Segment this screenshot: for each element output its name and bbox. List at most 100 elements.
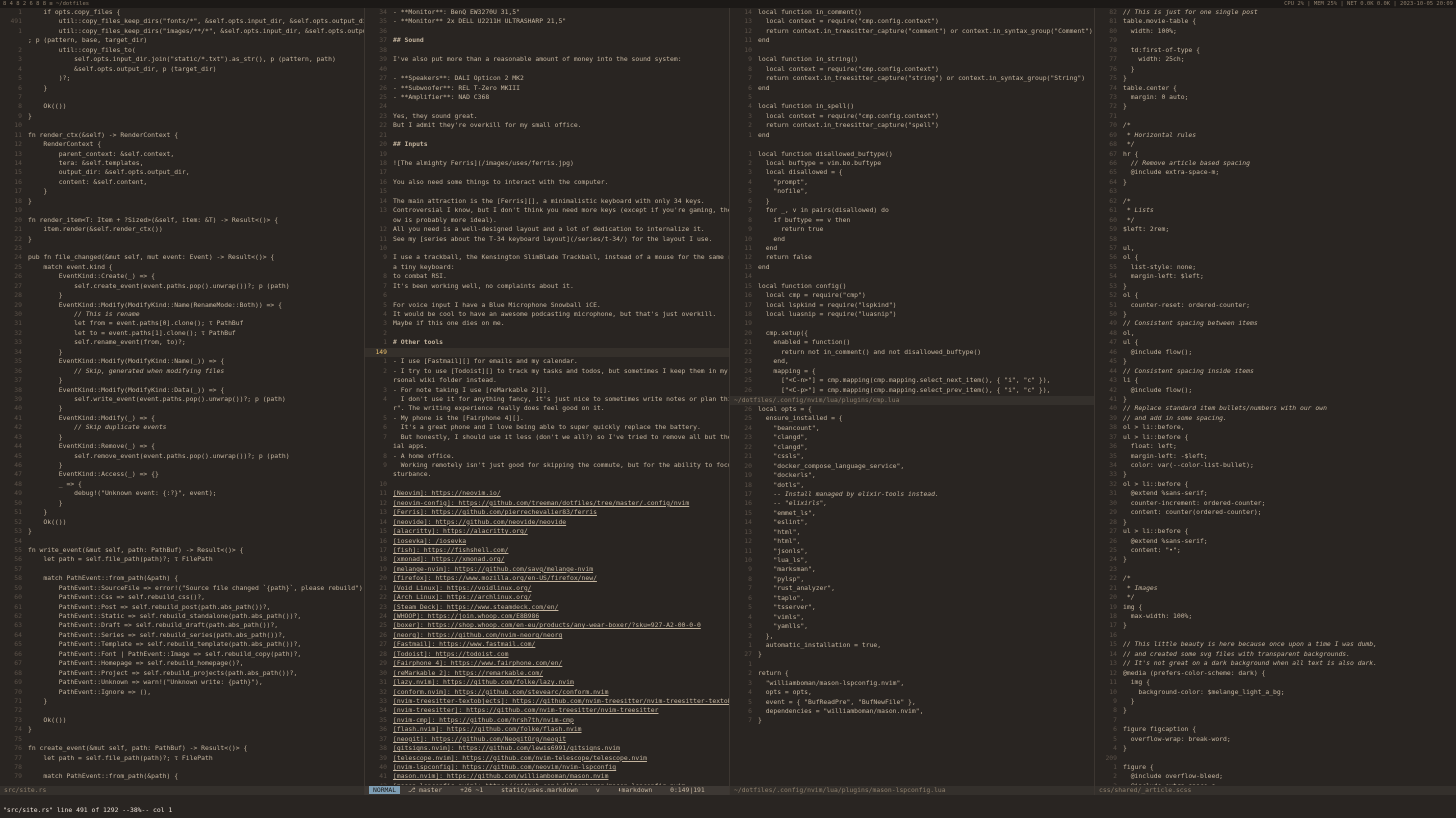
code-line[interactable]: 20 cmp.setup({ — [730, 329, 1094, 338]
code-line[interactable]: 13 // It's not great on a dark background… — [1095, 659, 1456, 668]
code-line[interactable]: 27 ul > li::before { — [1095, 527, 1456, 536]
code-line[interactable]: 46 @include flow(); — [1095, 348, 1456, 357]
code-line[interactable]: 7 But honestly, I should use it less (do… — [365, 433, 729, 442]
code-line[interactable]: 22} — [0, 235, 364, 244]
code-line[interactable]: 16 content: &self.content, — [0, 178, 364, 187]
code-line[interactable]: 72 — [0, 706, 364, 715]
code-line[interactable]: 10 background-color: $melange_light_a_bg… — [1095, 688, 1456, 697]
code-line[interactable]: 9 Working remotely isn't just good for s… — [365, 461, 729, 470]
code-line[interactable]: 34 - **Monitor**: BenQ EW3270U 31,5" — [365, 8, 729, 17]
code-line[interactable]: 38 EventKind::Modify(ModifyKind::Data(_)… — [0, 386, 364, 395]
code-line[interactable]: 61 PathEvent::Post => self.rebuild_post(… — [0, 603, 364, 612]
code-line[interactable]: 51 counter-reset: ordered-counter; — [1095, 301, 1456, 310]
code-line[interactable]: 8} — [1095, 706, 1456, 715]
code-line[interactable]: 37 [neogit]: https://github.com/NeogitOrg… — [365, 735, 729, 744]
code-line[interactable]: 22 return not in_comment() and not disal… — [730, 348, 1094, 357]
code-line[interactable]: 4 "vimls", — [730, 613, 1094, 622]
code-line[interactable]: 14 // and created some svg files with tra… — [1095, 650, 1456, 659]
code-line[interactable]: 10 — [365, 244, 729, 253]
code-line[interactable]: 10 "lua_ls", — [730, 556, 1094, 565]
code-line[interactable]: 8 Ok(()) — [0, 102, 364, 111]
code-line[interactable]: 1 local function disallowed_buftype() — [730, 150, 1094, 159]
code-line[interactable]: 47 ul { — [1095, 338, 1456, 347]
code-line[interactable]: 3 self.opts.input_dir.join("static/*.txt… — [0, 55, 364, 64]
code-line[interactable]: 36 float: left; — [1095, 442, 1456, 451]
code-line[interactable]: 9 I use a trackball, the Kensington SlimB… — [365, 253, 729, 262]
code-line[interactable]: 15 [alacritty]: https://alacritty.org/ — [365, 527, 729, 536]
code-line[interactable]: 9 } — [1095, 697, 1456, 706]
code-line[interactable]: 2 local buftype = vim.bo.buftype — [730, 159, 1094, 168]
code-line[interactable]: 3 "yamlls", — [730, 622, 1094, 631]
code-line[interactable]: 14 — [730, 272, 1094, 281]
code-line[interactable]: 78 td:first-of-type { — [1095, 46, 1456, 55]
code-line[interactable]: 6 It's a great phone and I love being ab… — [365, 423, 729, 432]
code-line[interactable]: 25 [boxer]: https://shop.whoop.com/en-eu/… — [365, 621, 729, 630]
code-line[interactable]: 6 figure figcaption { — [1095, 725, 1456, 734]
code-line[interactable]: 36 [flash.nvim]: https://github.com/folke… — [365, 725, 729, 734]
code-lines-top[interactable]: 14 local function in_comment() 13 local co… — [730, 8, 1094, 395]
code-line[interactable]: 25 ["<C-n>"] = cmp.mapping(cmp.mapping.s… — [730, 376, 1094, 385]
code-line[interactable]: 39 self.write_event(event.paths.pop().un… — [0, 395, 364, 404]
code-line[interactable]: 79 — [1095, 36, 1456, 45]
code-line[interactable]: 11 See my [series about the T-34 keyboard… — [365, 235, 729, 244]
code-line[interactable]: 25 ensure_installed = { — [730, 414, 1094, 423]
code-line[interactable]: 13 local context = require("cmp.config.c… — [730, 17, 1094, 26]
code-line[interactable]: 19 — [730, 319, 1094, 328]
code-line[interactable]: 20 */ — [1095, 593, 1456, 602]
code-line[interactable]: 11 "jsonls", — [730, 547, 1094, 556]
code-line[interactable]: 19 [melange-nvim]: https://github.com/sav… — [365, 565, 729, 574]
code-line[interactable]: 36 // Skip, generated when modifying fil… — [0, 367, 364, 376]
code-line[interactable]: rsonal wiki folder instead. — [365, 376, 729, 385]
code-line[interactable]: 7 return context.in_treesitter_capture("… — [730, 74, 1094, 83]
editor-pane-lua[interactable]: 14 local function in_comment() 13 local co… — [730, 8, 1094, 795]
code-line[interactable]: 22 [Arch Linux]: https://archlinux.org/ — [365, 593, 729, 602]
code-line[interactable]: 2 - I try to use [Todoist][] to track my … — [365, 367, 729, 376]
code-line[interactable]: 4 I don't use it for anything fancy, it'… — [365, 395, 729, 404]
code-line[interactable]: 3 local disallowed = { — [730, 168, 1094, 177]
code-line[interactable]: 24 — [365, 102, 729, 111]
code-line[interactable]: 15 output_dir: &self.opts.output_dir, — [0, 168, 364, 177]
code-line[interactable]: 18} — [0, 197, 364, 206]
code-line[interactable]: 29 content: counter(ordered-counter); — [1095, 508, 1456, 517]
code-line[interactable]: 25 - **Amplifier**: NAD C368 — [365, 93, 729, 102]
code-line[interactable]: 33} — [1095, 470, 1456, 479]
code-line[interactable]: 58 match PathEvent::from_path(&path) { — [0, 574, 364, 583]
code-line[interactable]: 39 [telescope.nvim]: https://github.com/n… — [365, 754, 729, 763]
code-line[interactable]: 27 [Fastmail]: https://www.fastmail.com/ — [365, 640, 729, 649]
code-line[interactable]: 491 util::copy_files_keep_dirs("fonts/*"… — [0, 17, 364, 26]
code-line[interactable]: 18 [xmonad]: https://xmonad.org/ — [365, 555, 729, 564]
code-line[interactable]: 42 [mason-lspconfig.nvim]: https://github… — [365, 782, 729, 785]
code-line[interactable]: a tiny keyboard: — [365, 263, 729, 272]
code-line[interactable]: 23 — [1095, 565, 1456, 574]
code-line[interactable]: 24 "beancount", — [730, 424, 1094, 433]
code-lines[interactable]: 82// This is just for one single post 81 t… — [1095, 8, 1456, 785]
code-line[interactable]: 20 ## Inputs — [365, 140, 729, 149]
code-line[interactable]: 47 EventKind::Access(_) => {} — [0, 470, 364, 479]
code-line[interactable]: 37 ## Sound — [365, 36, 729, 45]
code-line[interactable]: 9 local function in_string() — [730, 55, 1094, 64]
code-line[interactable]: 16 — [1095, 631, 1456, 640]
code-line[interactable]: 48 _ => { — [0, 480, 364, 489]
code-line[interactable]: 23 — [0, 244, 364, 253]
code-line[interactable]: 16 [iosevka]: /iosevka — [365, 537, 729, 546]
code-line[interactable]: 43 li { — [1095, 376, 1456, 385]
code-line[interactable]: 74 table.center { — [1095, 84, 1456, 93]
code-line[interactable]: 62 PathEvent::Static => self.rebuild_sta… — [0, 612, 364, 621]
code-line[interactable]: 73 margin: 0 auto; — [1095, 93, 1456, 102]
code-line[interactable]: 25 match event.kind { — [0, 263, 364, 272]
code-line[interactable]: 34 } — [0, 348, 364, 357]
code-line[interactable]: 1 end — [730, 131, 1094, 140]
code-line[interactable]: 9} — [0, 112, 364, 121]
code-line[interactable]: 26 EventKind::Create(_) => { — [0, 272, 364, 281]
code-line[interactable]: 44 EventKind::Remove(_) => { — [0, 442, 364, 451]
code-line[interactable]: 11 fn render_ctx(&self) -> RenderContext … — [0, 131, 364, 140]
code-line[interactable]: 41 [mason.nvim]: https://github.com/willi… — [365, 772, 729, 781]
code-line[interactable]: 7 for _, v in pairs(disallowed) do — [730, 206, 1094, 215]
code-line[interactable]: 1 figure { — [1095, 763, 1456, 772]
code-line[interactable]: 46 } — [0, 461, 364, 470]
code-line[interactable]: 68 PathEvent::Project => self.rebuild_pr… — [0, 669, 364, 678]
code-line[interactable]: 28} — [1095, 518, 1456, 527]
code-line[interactable]: 8 to combat RSI. — [365, 272, 729, 281]
code-line[interactable]: 18 ![The almighty Ferris](/images/uses/fe… — [365, 159, 729, 168]
code-line[interactable]: 29 [Fairphone 4]: https://www.fairphone.c… — [365, 659, 729, 668]
